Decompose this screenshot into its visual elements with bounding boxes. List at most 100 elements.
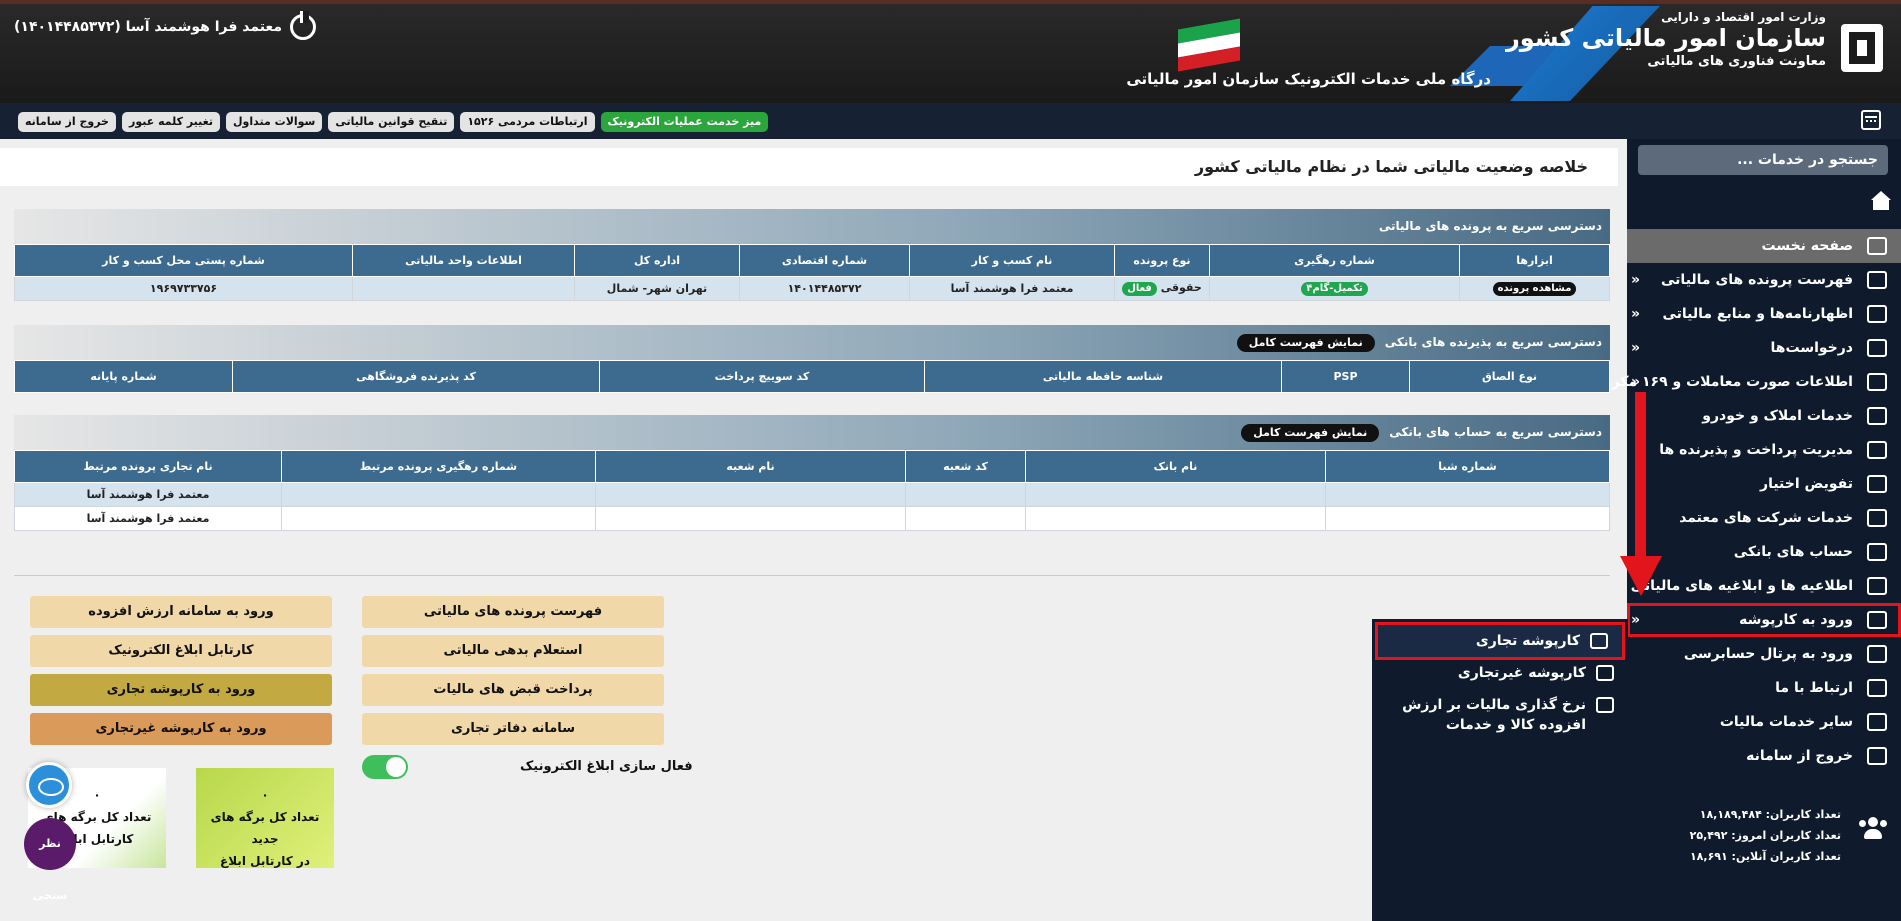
folder-icon [1867,611,1887,629]
view-file-button[interactable]: مشاهده پرونده [1492,282,1577,296]
tax-laws-link[interactable]: تنقیح قوانین مالیاتی [328,112,455,132]
col-iban: شماره شبا [1325,450,1610,483]
service-desk-link[interactable]: میز خدمت عملیات الکترونیک [600,112,769,132]
sidebar-item-requests[interactable]: درخواست‌ها « [1627,331,1901,365]
sidebar-item-transactions[interactable]: اطلاعات صورت معاملات و ۱۶۹ مکرر « [1604,365,1901,399]
section-header: دسترسی سریع به پذیرنده های بانکی نمایش فه… [14,325,1610,360]
commercial-books-button[interactable]: سامانه دفاتر تجاری [362,713,664,745]
sidebar-item-label: ورود به پرتال حسابرسی [1683,646,1853,662]
bank-card-icon [1867,543,1887,561]
handshake-icon [1867,373,1887,391]
sidebar-item-label: درخواست‌ها [1770,340,1853,356]
sidebar-item-label: خدمات املاک و خودرو [1702,408,1853,424]
sidebar-item-declarations[interactable]: اظهارنامه‌ها و منابع مالیاتی « [1627,297,1901,331]
acceptors-section: دسترسی سریع به پذیرنده های بانکی نمایش فه… [14,325,1610,393]
card-label: در کارتابل ابلاغ [220,854,310,868]
survey-button[interactable]: نظر سنجی [24,818,76,902]
sidebar-item-label: خدمات شرکت های معتمد [1679,510,1853,526]
sidebar-item-workfolder[interactable]: ورود به کارپوشه « [1627,603,1901,637]
page-title-bar: خلاصه وضعیت مالیاتی شما در نظام مالیاتی … [0,148,1618,186]
sidebar-item-home[interactable]: صفحه نخست [1627,229,1901,263]
acceptors-full-list-button[interactable]: نمایش فهرست کامل [1236,334,1375,352]
sidebar-item-label: حساب های بانکی [1733,544,1853,560]
sidebar-item-bank-accounts[interactable]: حساب های بانکی [1627,535,1901,569]
folder-icon [1590,633,1608,649]
col-economic: شماره اقتصادی [739,244,910,277]
dashboard-icon [1867,237,1887,255]
office-name: تهران شهر- شمال [574,276,740,301]
related-business-name: معتمد فرا هوشمند آسا [14,482,282,507]
tax-files-section: دسترسی سریع به پرونده های مالیاتی ابزاره… [14,209,1610,301]
section-header: دسترسی سریع به حساب های بانکی نمایش فهرست… [14,415,1610,450]
sidebar-item-delegation[interactable]: تفویض اختیار [1627,467,1901,501]
sidebar-item-label: صفحه نخست [1761,238,1853,254]
tax-files-list-button[interactable]: فهرست پرونده های مالیاتی [362,596,664,628]
tax-debt-inquiry-button[interactable]: استعلام بدهی مالیاتی [362,635,664,667]
sidebar-item-logout[interactable]: خروج از سامانه [1627,739,1901,773]
table-row: معتمد فرا هوشمند آسا [14,506,1610,531]
sidebar-item-trusted-companies[interactable]: خدمات شرکت های معتمد [1627,501,1901,535]
sidebar-item-other-services[interactable]: سایر خدمات مالیات [1627,705,1901,739]
submenu-vat-rating[interactable]: نرخ گذاری مالیات بر ارزش افزوده کالا و خ… [1372,689,1628,741]
workfolder-submenu: کارپوشه تجاری کارپوشه غیرتجاری نرخ گذاری… [1372,619,1628,921]
change-password-link[interactable]: تغییر کلمه عبور [122,112,220,132]
sidebar-item-notices[interactable]: اطلاعیه ها و ابلاغیه های مالیاتی [1627,569,1901,603]
sidebar-item-label: خروج از سامانه [1746,748,1853,764]
home-icon[interactable] [1871,191,1891,211]
folder-icon [1596,697,1614,713]
toolbar-links: خروج از سامانه تغییر کلمه عبور سوالات مت… [18,112,769,132]
mail-icon [1867,679,1887,697]
submenu-commercial-workfolder[interactable]: کارپوشه تجاری [1375,622,1625,660]
calendar-icon[interactable] [1861,110,1881,130]
acceptors-table: نوع الصاق PSP شناسه حافظه مالیاتی کد سوی… [14,360,1610,393]
total-users: تعداد کاربران: ۱۸,۱۸۹,۴۸۴ [1699,808,1841,821]
online-users: تعداد کاربران آنلاین: ۱۸,۶۹۱ [1689,850,1841,863]
accounts-full-list-button[interactable]: نمایش فهرست کامل [1241,424,1380,442]
handshake-icon [1867,509,1887,527]
sidebar-item-audit-portal[interactable]: ورود به پرتال حسابرسی [1627,637,1901,671]
submenu-noncommercial-workfolder[interactable]: کارپوشه غیرتجاری [1372,657,1628,689]
section-title: دسترسی سریع به پرونده های مالیاتی [1378,219,1602,233]
vat-system-button[interactable]: ورود به سامانه ارزش افزوده [30,596,332,628]
card-icon [1867,441,1887,459]
col-bank-name: نام بانک [1025,450,1326,483]
notice-icon [1867,577,1887,595]
service-search-input[interactable]: جستجو در خدمات ... [1638,145,1888,175]
sidebar-item-contact[interactable]: ارتباط با ما [1627,671,1901,705]
header-stripe [0,0,1901,4]
e-notice-cartable-button[interactable]: کارتابل ابلاغ الکترونیک [30,635,332,667]
e-notice-toggle[interactable] [362,755,408,779]
power-icon[interactable] [290,11,316,40]
sidebar-item-label: سایر خدمات مالیات [1719,714,1853,730]
sidebar-item-property[interactable]: خدمات املاک و خودرو [1627,399,1901,433]
pay-tax-bills-button[interactable]: پرداخت قبض های مالیات [362,674,664,706]
bank-accounts-section: دسترسی سریع به حساب های بانکی نمایش فهرست… [14,415,1610,531]
faq-link[interactable]: سوالات متداول [226,112,323,132]
economic-number: ۱۴۰۱۴۴۸۵۳۷۲ [739,276,910,301]
col-memory-id: شناسه حافظه مالیاتی [924,360,1282,393]
col-branch-name: نام شعبه [595,450,906,483]
section-title: دسترسی سریع به حساب های بانکی [1389,425,1602,439]
sidebar-item-label: تفویض اختیار [1760,476,1853,492]
card-label: تعداد کل برگه های جدید [210,810,320,846]
public-relations-link[interactable]: ارتباطات مردمی ۱۵۲۶ [460,112,595,132]
sidebar-item-label: مدیریت پرداخت و پذیرنده ها [1659,442,1853,458]
commercial-workfolder-button[interactable]: ورود به کارپوشه تجاری [30,674,332,706]
new-notices-card[interactable]: ۰ تعداد کل برگه های جدید در کارتابل ابلا… [196,768,334,868]
annotation-arrow [1635,392,1646,560]
logout-link[interactable]: خروج از سامانه [18,112,116,132]
user-stats: تعداد کاربران: ۱۸,۱۸۹,۴۸۴ تعداد کاربران … [1690,804,1841,867]
accessibility-eye-icon[interactable] [26,762,72,808]
chevron-left-icon: « [1631,272,1641,288]
ministry-name: وزارت امور اقتصاد و دارایی [1661,10,1826,24]
section-header: دسترسی سریع به پرونده های مالیاتی [14,209,1610,244]
submenu-label: کارپوشه غیرتجاری [1457,665,1586,681]
sidebar-item-payments[interactable]: مدیریت پرداخت و پذیرنده ها [1627,433,1901,467]
business-name: معتمد فرا هوشمند آسا [909,276,1115,301]
table-row: معتمد فرا هوشمند آسا [14,482,1610,507]
sidebar-item-tax-files[interactable]: فهرست پرونده های مالیاتی « [1627,263,1901,297]
col-business: نام کسب و کار [909,244,1115,277]
noncommercial-workfolder-button[interactable]: ورود به کارپوشه غیرتجاری [30,713,332,745]
col-tracking: شماره رهگیری [1209,244,1460,277]
col-related-tracking: شماره رهگیری پرونده مرتبط [281,450,596,483]
